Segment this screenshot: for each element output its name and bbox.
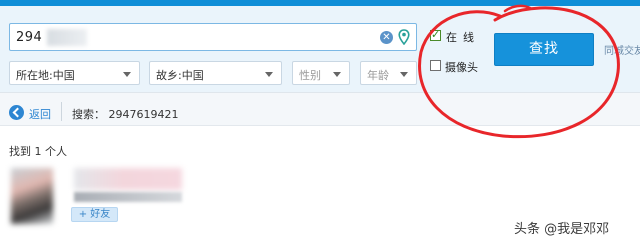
redacted-info bbox=[74, 192, 182, 202]
chevron-down-icon bbox=[333, 72, 341, 77]
location-select[interactable]: 所在地:中国 bbox=[9, 61, 140, 85]
divider bbox=[61, 102, 62, 121]
location-select-value: 所在地:中国 bbox=[16, 69, 75, 82]
clear-x-icon[interactable]: ✕ bbox=[380, 31, 393, 44]
online-checkbox-label: 在线 bbox=[446, 31, 480, 44]
find-button[interactable]: 查找 bbox=[494, 33, 594, 66]
chevron-down-icon bbox=[400, 72, 408, 77]
back-arrow-icon[interactable] bbox=[9, 105, 24, 120]
redacted-text bbox=[47, 29, 87, 46]
watermark: 头条 @我是邓邓 bbox=[514, 218, 609, 237]
hometown-select[interactable]: 故乡:中国 bbox=[149, 61, 282, 85]
back-button[interactable]: 返回 bbox=[29, 106, 51, 122]
age-select[interactable]: 年龄 bbox=[360, 61, 417, 85]
hometown-select-value: 故乡:中国 bbox=[156, 69, 204, 82]
result-count: 找到 1 个人 bbox=[9, 145, 67, 158]
gender-select-placeholder: 性别 bbox=[299, 69, 321, 82]
chevron-down-icon bbox=[123, 72, 131, 77]
chevron-down-icon bbox=[265, 72, 273, 77]
search-breadcrumb: 搜索： 2947619421 bbox=[72, 108, 179, 121]
watermark-prefix: 头条 bbox=[514, 222, 541, 237]
gender-select[interactable]: 性别 bbox=[292, 61, 350, 85]
map-pin-icon[interactable] bbox=[398, 29, 410, 45]
nearby-friends-link[interactable]: 同城交友 bbox=[604, 42, 640, 57]
age-select-placeholder: 年龄 bbox=[367, 69, 389, 82]
search-input-value: 294 bbox=[16, 30, 43, 45]
watermark-handle: @我是邓邓 bbox=[544, 222, 610, 237]
online-checkbox[interactable] bbox=[430, 28, 441, 41]
add-friend-button[interactable]: + 好友 bbox=[71, 207, 118, 222]
camera-checkbox[interactable] bbox=[430, 60, 441, 71]
camera-checkbox-label: 摄像头 bbox=[445, 61, 478, 74]
result-nav-bar: 返回 搜索： 2947619421 bbox=[0, 92, 640, 126]
avatar[interactable] bbox=[11, 168, 53, 224]
search-input[interactable]: 294 ✕ bbox=[9, 23, 417, 51]
redacted-name bbox=[74, 168, 182, 190]
